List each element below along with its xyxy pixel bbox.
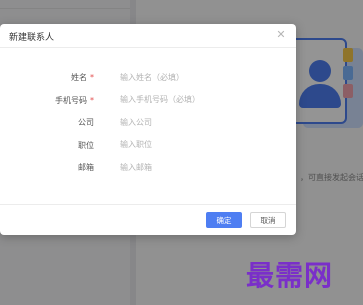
phone-label: 手机号码 *: [55, 95, 94, 105]
job-title-input[interactable]: [115, 136, 275, 153]
watermark: 最需网: [246, 259, 334, 292]
job-title-label: 职位: [78, 140, 94, 150]
cancel-button[interactable]: 取消: [250, 212, 286, 228]
form-row-company: 公司: [0, 113, 296, 136]
form-row-name: 姓名 *: [0, 68, 296, 91]
email-input[interactable]: [115, 159, 275, 175]
close-icon[interactable]: ✕: [275, 29, 287, 41]
form-row-email: 邮箱: [0, 158, 296, 181]
required-marker: *: [90, 95, 94, 105]
new-contact-dialog: 新建联系人 ✕ 姓名* 手机号码* 公司 职位 邮箱 确定 取消: [0, 24, 296, 235]
name-label: 姓名 *: [71, 73, 94, 82]
dialog-title: 新建联系人: [9, 33, 55, 43]
contact-form: 姓名* 手机号码* 公司 职位 邮箱: [0, 68, 296, 181]
email-label: 邮箱: [78, 163, 94, 172]
company-input[interactable]: [115, 114, 275, 130]
confirm-button[interactable]: 确定: [206, 212, 242, 228]
form-row-phone: 手机号码 *: [0, 91, 296, 114]
dialog-header: 新建联系人 ✕: [0, 24, 296, 48]
name-input[interactable]: [115, 69, 275, 85]
required-marker: *: [90, 73, 94, 82]
form-row-title: 职位: [0, 136, 296, 159]
dialog-footer: 确定 取消: [0, 204, 296, 235]
phone-input[interactable]: [115, 91, 275, 108]
company-label: 公司: [78, 118, 94, 127]
